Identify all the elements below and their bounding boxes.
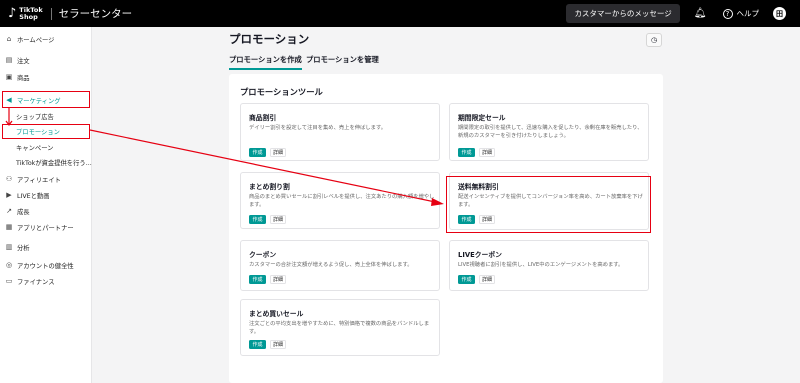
annotation-arrow [5,108,444,206]
